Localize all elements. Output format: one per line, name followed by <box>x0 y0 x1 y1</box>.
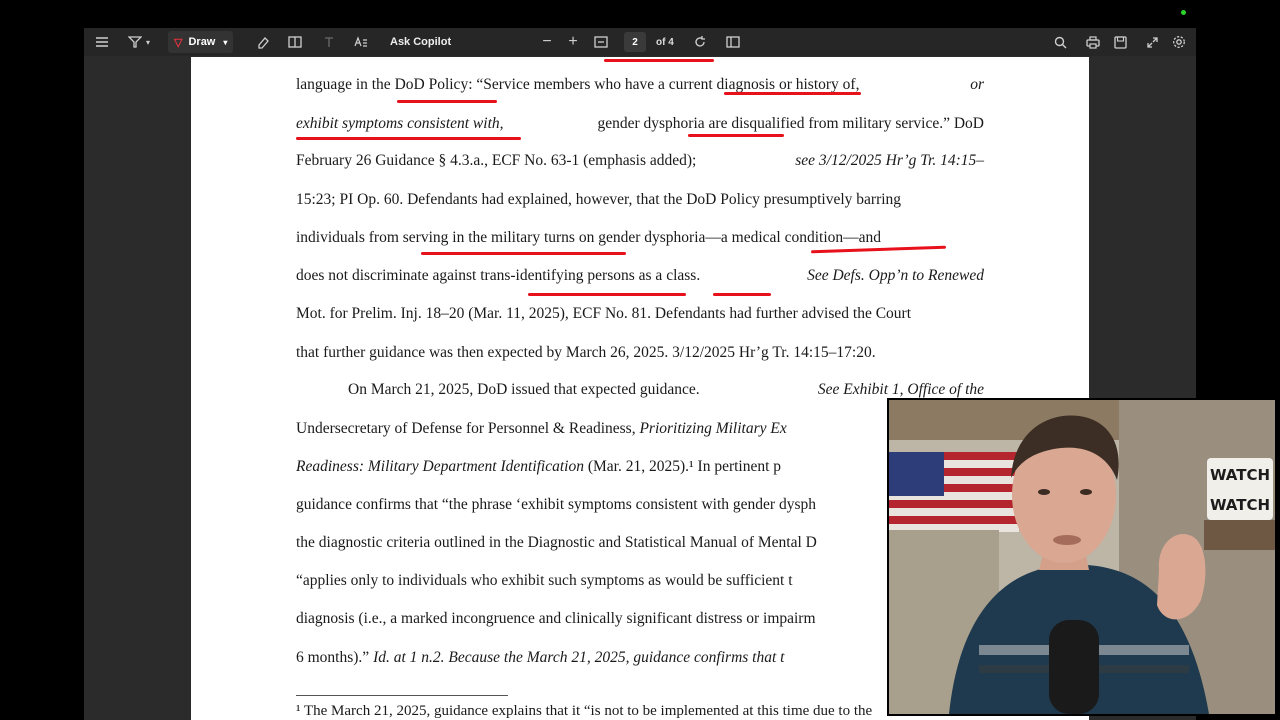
line-text: “applies only to individuals who exhibit… <box>296 572 793 589</box>
document-line: diagnosis (i.e., a marked incongruence a… <box>296 609 984 629</box>
line-text-italic: exhibit symptoms consistent with, <box>296 115 504 132</box>
document-line: guidance confirms that “the phrase ‘exhi… <box>296 495 984 515</box>
line-text: February 26 Guidance § 4.3.a., ECF No. 6… <box>296 152 697 169</box>
line-text: does not discriminate against trans-iden… <box>296 267 701 284</box>
document-line: February 26 Guidance § 4.3.a., ECF No. 6… <box>296 151 984 171</box>
document-line: individuals from serving in the military… <box>296 228 984 248</box>
document-line: language in the DoD Policy: “Service mem… <box>296 75 984 95</box>
document-line: the diagnostic criteria outlined in the … <box>296 533 984 553</box>
ink-annotation <box>688 134 784 137</box>
pdf-toolbar: ▾ ▽ Draw ▾ Ask Copilot − + 2 of 4 <box>84 28 1196 56</box>
line-text: On March 21, 2025, DoD issued that expec… <box>348 381 700 398</box>
sign-text: WATCH <box>1210 466 1270 484</box>
document-line: Undersecretary of Defense for Personnel … <box>296 419 984 439</box>
chevron-down-icon: ▾ <box>223 37 228 47</box>
immersive-reader-icon[interactable] <box>350 28 372 56</box>
document-line: 6 months).” Id. at 1 n.2. Because the Ma… <box>296 648 984 668</box>
chevron-down-icon: ▾ <box>145 37 150 47</box>
webcam-overlay: WATCH WATCH <box>887 398 1277 716</box>
ask-copilot-label: Ask Copilot <box>390 36 452 48</box>
line-text-italic: See Exhibit 1, Office of the <box>817 381 984 398</box>
fit-page-icon[interactable] <box>590 28 612 56</box>
search-icon[interactable] <box>1049 28 1071 56</box>
line-text-italic: see 3/12/2025 Hr’g Tr. 14:15– <box>795 152 984 169</box>
settings-icon[interactable] <box>1168 28 1190 56</box>
document-line: does not discriminate against trans-iden… <box>296 266 984 286</box>
line-text: guidance confirms that “the phrase ‘exhi… <box>296 496 816 513</box>
line-text: individuals from serving in the military… <box>296 229 882 246</box>
footnote: ¹ The March 21, 2025, guidance explains … <box>296 703 873 719</box>
document-line: 15:23; PI Op. 60. Defendants had explain… <box>296 190 984 210</box>
line-text-italic: Id. at 1 n.2. Because the March 21, 2025… <box>373 649 785 666</box>
list-icon[interactable] <box>92 28 112 56</box>
print-icon[interactable] <box>1082 28 1104 56</box>
line-text-italic: See Defs. Opp’n to Renewed <box>807 267 984 284</box>
document-line: Mot. for Prelim. Inj. 18–20 (Mar. 11, 20… <box>296 304 984 324</box>
ink-annotation <box>421 252 626 255</box>
filter-dropdown[interactable]: ▾ <box>122 28 156 56</box>
recording-indicator <box>1181 10 1186 15</box>
footnote-divider <box>296 695 508 696</box>
line-text: diagnosis (i.e., a marked incongruence a… <box>296 610 816 627</box>
zoom-out-icon[interactable]: − <box>536 28 558 56</box>
document-line: exhibit symptoms consistent with, gender … <box>296 114 984 134</box>
line-text: Undersecretary of Defense for Personnel … <box>296 420 636 437</box>
draw-button[interactable]: ▽ Draw ▾ <box>168 31 234 53</box>
zoom-in-icon[interactable]: + <box>562 28 584 56</box>
eraser-icon[interactable] <box>252 28 274 56</box>
line-text-italic: Readiness: Military Department Identific… <box>296 458 584 475</box>
ink-annotation <box>713 293 771 296</box>
ask-copilot-button[interactable]: Ask Copilot <box>390 28 451 56</box>
document-line: Readiness: Military Department Identific… <box>296 457 984 477</box>
document-line: that further guidance was then expected … <box>296 343 984 363</box>
line-text: the diagnostic criteria outlined in the … <box>296 534 817 551</box>
ink-annotation <box>397 100 497 103</box>
ink-annotation <box>296 137 521 140</box>
ink-annotation <box>604 59 714 62</box>
document-line: “applies only to individuals who exhibit… <box>296 571 984 591</box>
document-line: On March 21, 2025, DoD issued that expec… <box>348 380 984 400</box>
read-mode-icon[interactable] <box>284 28 306 56</box>
save-icon[interactable] <box>1109 28 1131 56</box>
page-total-label: of 4 <box>656 36 674 48</box>
page-view-icon[interactable] <box>722 28 744 56</box>
flag-image <box>889 452 1019 532</box>
fullscreen-icon[interactable] <box>1141 28 1163 56</box>
line-text: 6 months).” <box>296 649 370 666</box>
line-text: 15:23; PI Op. 60. Defendants had explain… <box>296 191 902 208</box>
line-text: Mot. for Prelim. Inj. 18–20 (Mar. 11, 20… <box>296 305 912 322</box>
line-text: that further guidance was then expected … <box>296 344 876 361</box>
text-icon[interactable] <box>318 28 340 56</box>
ink-annotation <box>724 92 861 95</box>
webcam-presenter-image: WATCH WATCH <box>889 400 1275 714</box>
sign-text: WATCH <box>1210 496 1270 514</box>
rotate-icon[interactable] <box>689 28 711 56</box>
filter-icon <box>127 36 142 48</box>
line-text: gender dysphoria are disqualified from m… <box>597 115 984 132</box>
line-text: (Mar. 21, 2025).¹ In pertinent p <box>587 458 782 475</box>
draw-pen-icon: ▽ <box>174 36 183 49</box>
ink-annotation <box>528 293 686 296</box>
line-text-italic: or <box>970 76 984 93</box>
page-number-input[interactable]: 2 <box>624 32 646 52</box>
line-text-italic: Prioritizing Military Ex <box>639 420 787 437</box>
draw-label: Draw <box>188 36 216 48</box>
